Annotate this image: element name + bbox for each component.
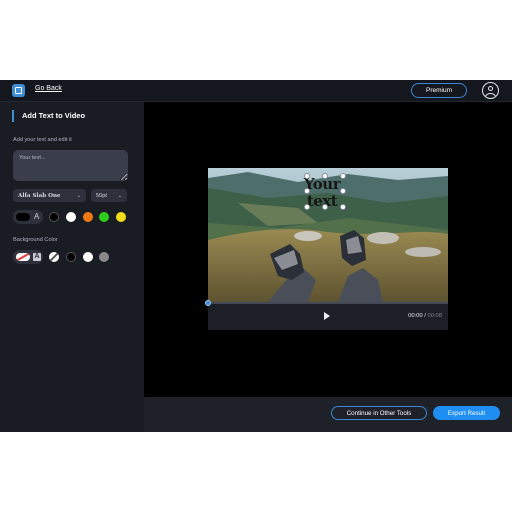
color-swatch-orange[interactable] (83, 212, 93, 222)
color-swatch-green[interactable] (99, 212, 109, 222)
app-logo-icon[interactable] (12, 84, 25, 97)
time-display: 00:00 / 00:08 (408, 313, 442, 319)
background-glyph: A (33, 253, 41, 261)
video-controls: 00:00 / 00:08 (205, 299, 448, 330)
resize-handle[interactable] (340, 204, 346, 210)
chevron-down-icon: ⌄ (117, 192, 122, 199)
resize-handle[interactable] (304, 204, 310, 210)
export-result-button[interactable]: Export Result (433, 406, 500, 420)
app-window: Go Back Premium Add Text to Video Add yo… (0, 80, 512, 432)
bg-swatch-black[interactable] (66, 252, 76, 262)
current-time: 00:00 (408, 313, 423, 319)
color-swatch-black[interactable] (49, 212, 59, 222)
chevron-down-icon: ⌄ (76, 192, 81, 199)
total-time: 00:08 (427, 313, 442, 319)
user-avatar-icon[interactable] (482, 82, 499, 99)
resize-handle[interactable] (304, 188, 310, 194)
play-icon[interactable] (324, 312, 330, 320)
resize-handle[interactable] (340, 188, 346, 194)
text-color-toggle[interactable]: A (13, 210, 43, 224)
action-footer: Continue in Other Tools Export Result (144, 397, 512, 432)
resize-handle[interactable] (322, 204, 328, 210)
top-bar: Go Back Premium (0, 80, 512, 102)
text-settings-panel: Add Text to Video Add your text and edit… (0, 102, 144, 432)
go-back-link[interactable]: Go Back (35, 85, 62, 92)
font-size-value: 50pt (96, 192, 107, 199)
no-background-icon (16, 253, 30, 261)
toggle-glyph: A (34, 212, 40, 221)
continue-in-other-tools-button[interactable]: Continue in Other Tools (331, 406, 427, 420)
resize-handle[interactable] (304, 173, 310, 179)
text-color-row: A (13, 210, 129, 224)
premium-button[interactable]: Premium (411, 83, 467, 98)
bg-swatch-gray[interactable] (99, 252, 109, 262)
background-toggle[interactable]: A (13, 250, 43, 264)
resize-handle[interactable] (322, 173, 328, 179)
color-swatch-yellow[interactable] (116, 212, 126, 222)
resize-handle[interactable] (340, 173, 346, 179)
background-color-label: Background Color (13, 237, 58, 243)
bg-swatch-white[interactable] (83, 252, 93, 262)
font-size-dropdown[interactable]: 50pt ⌄ (91, 189, 127, 202)
font-value: Alfa Slab One (18, 192, 61, 199)
progress-handle[interactable] (205, 299, 211, 306)
video-preview[interactable]: Your text (208, 168, 448, 302)
background-color-row: A (13, 250, 113, 264)
color-swatch-white[interactable] (66, 212, 76, 222)
font-dropdown[interactable]: Alfa Slab One ⌄ (13, 189, 86, 202)
text-field-label: Add your text and edit it (13, 137, 72, 143)
text-input[interactable] (13, 150, 128, 181)
panel-title: Add Text to Video (12, 110, 85, 122)
bg-swatch-none[interactable] (49, 252, 59, 262)
progress-bar[interactable] (205, 299, 448, 306)
video-workspace: Your text 00:00 / 00:08 (144, 102, 512, 397)
